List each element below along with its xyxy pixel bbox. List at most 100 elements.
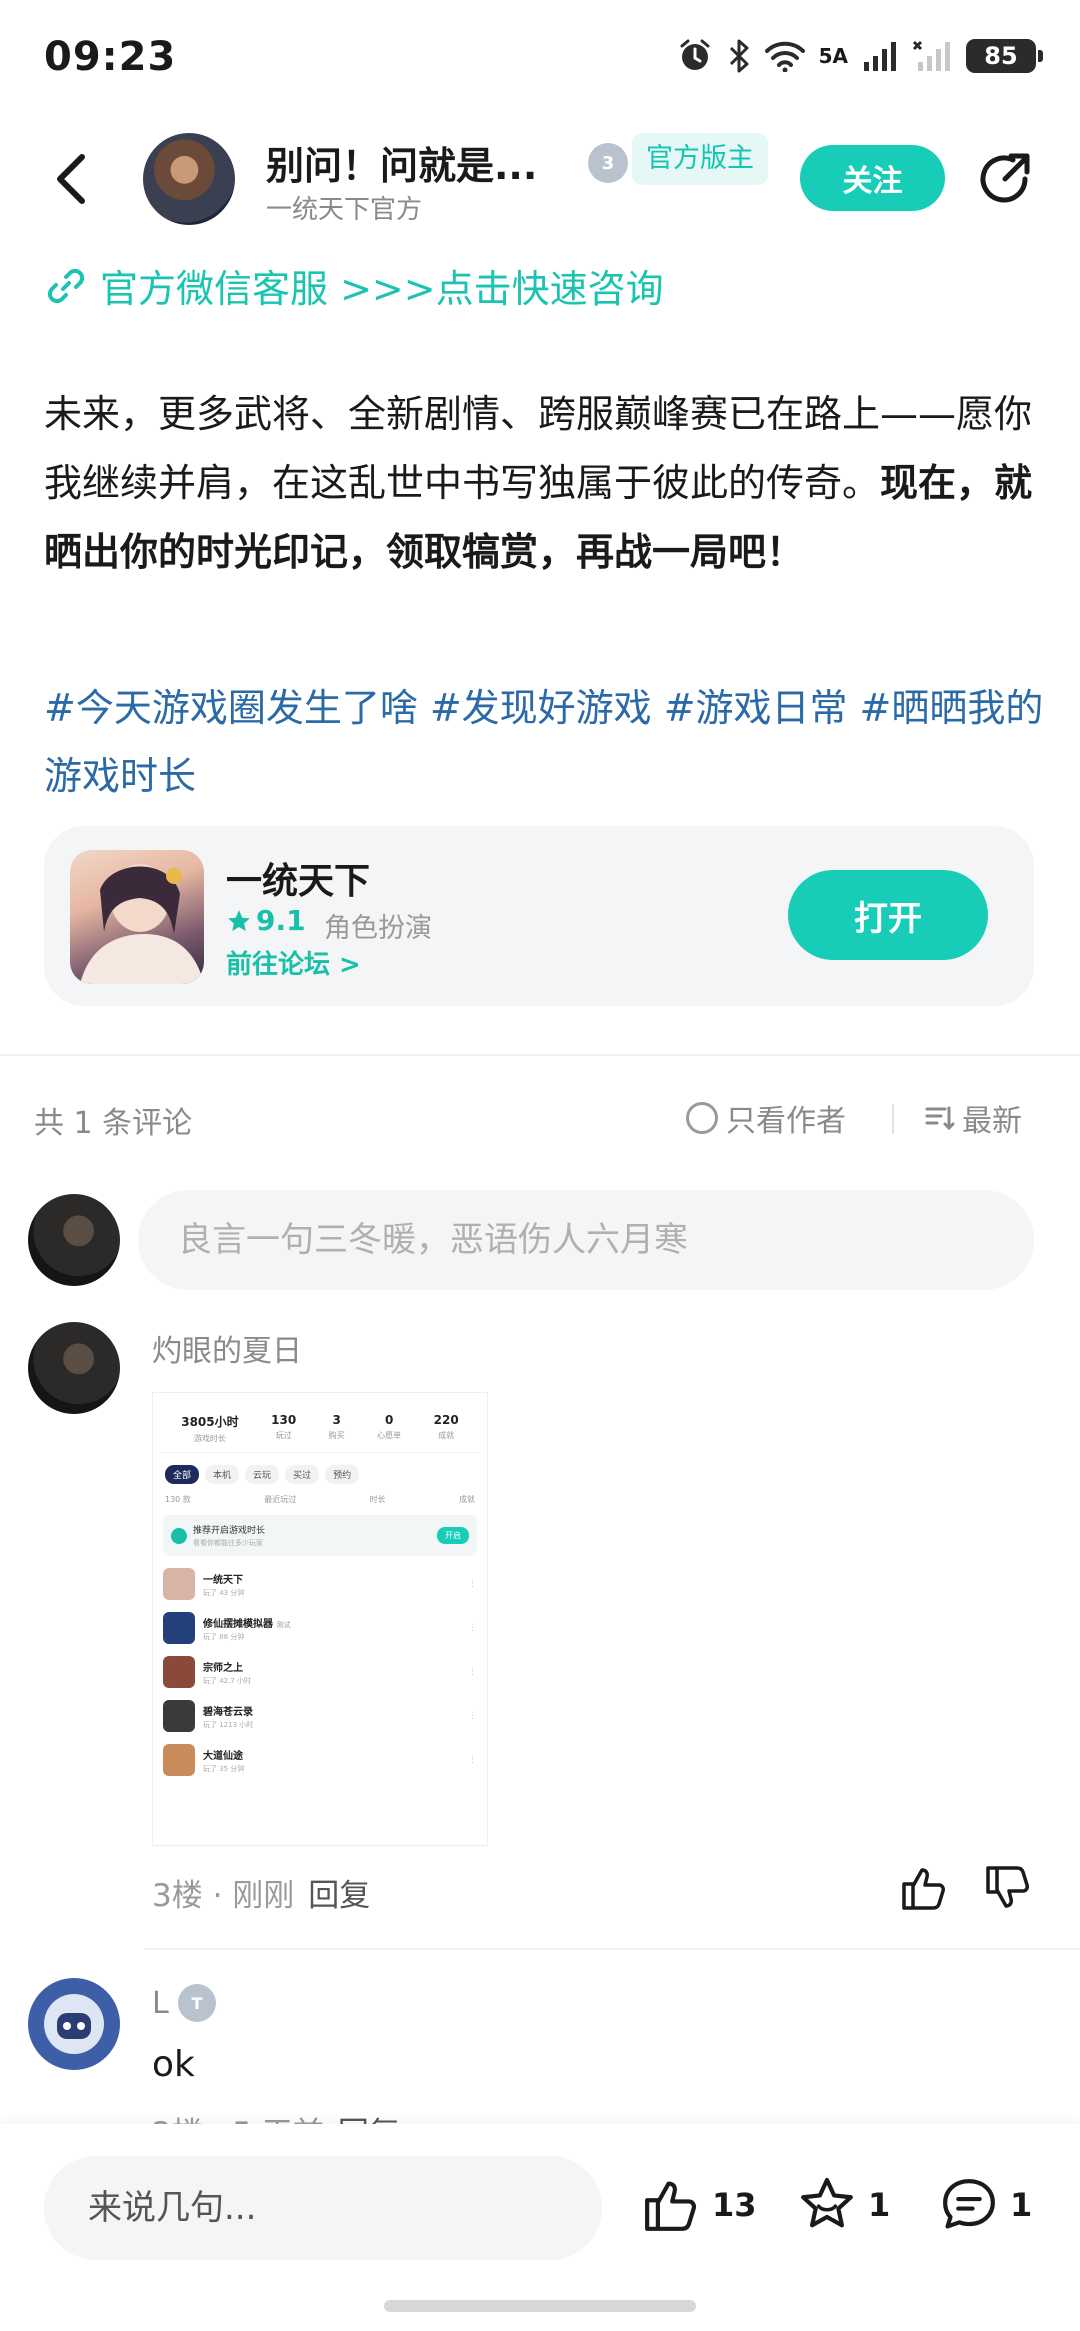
clock-icon [171, 1527, 187, 1544]
filter-chip: 全部 [165, 1465, 200, 1484]
battery-icon: 85 [966, 39, 1043, 73]
say-something-input[interactable] [44, 2156, 602, 2260]
follow-button[interactable]: 关注 [800, 145, 945, 211]
official-moderator-tag: 官方版主 [632, 133, 768, 185]
stat-value: 130 [271, 1413, 297, 1427]
only-author-toggle[interactable]: 只看作者 [686, 1096, 846, 1140]
game-time: 玩了 35 分钟 [203, 1764, 245, 1773]
game-name: 碧海苍云录 [203, 1706, 253, 1718]
author-name[interactable]: 别问！问就是... [266, 135, 537, 190]
filter-chip: 云玩 [245, 1465, 280, 1484]
post-header: 别问！问就是... 一统天下官方 3 官方版主 关注 [0, 125, 1080, 235]
screenshot-stat: 0 心愿单 [377, 1413, 401, 1444]
game-thumb-icon [163, 1612, 195, 1644]
bluetooth-icon [729, 39, 749, 73]
game-card[interactable]: 一统天下 9.1 角色扮演 前往论坛 > 打开 [44, 826, 1034, 1006]
signal-off-icon [912, 40, 950, 71]
open-game-button[interactable]: 打开 [788, 870, 988, 960]
comment-button[interactable]: 1 [938, 2174, 1032, 2236]
comment-like-button[interactable] [898, 1862, 950, 1914]
favorite-button[interactable]: 1 [796, 2174, 890, 2236]
share-button[interactable] [975, 149, 1035, 209]
wechat-service-link[interactable]: 官方微信客服 >>>点击快速咨询 [46, 258, 664, 313]
screenshot-game-row: 宗师之上 玩了 42.7 小时 ⋮ [153, 1650, 487, 1694]
comment-text: ok [152, 2044, 195, 2085]
more-icon: ⋮ [468, 1711, 477, 1721]
game-thumb-icon [163, 1700, 195, 1732]
separator [892, 1104, 894, 1134]
commenter-name[interactable]: L [152, 1986, 169, 2021]
banner-subtitle: 看看你都能往多少玩家 [193, 1539, 263, 1547]
level-badge-icon: T [178, 1984, 216, 2022]
commenter-avatar[interactable] [28, 1322, 120, 1414]
game-name-text: 修仙摆摊模拟器 [203, 1618, 273, 1630]
post-body: 未来，更多武将、全新剧情、跨服巅峰赛已在路上——愿你我继续并肩，在这乱世中书写独… [44, 380, 1034, 587]
game-name: 一统天下 [203, 1574, 243, 1586]
filter-chip: 本机 [205, 1465, 240, 1484]
sort-icon [925, 1106, 955, 1131]
hashtag[interactable]: #游戏日常 [664, 686, 848, 730]
screenshot-stat: 130 玩过 [271, 1413, 296, 1444]
author-avatar[interactable] [143, 133, 235, 225]
favorite-count: 1 [868, 2186, 891, 2224]
sort-option: 最近玩过 [264, 1495, 297, 1504]
like-count: 13 [712, 2186, 757, 2224]
comment-input[interactable] [138, 1190, 1034, 1290]
screenshot-game-row: 一统天下 玩了 43 分钟 ⋮ [153, 1562, 487, 1606]
stat-value: 3 [332, 1413, 341, 1427]
screenshot-game-row: 大道仙途 玩了 35 分钟 ⋮ [153, 1738, 487, 1782]
banner-button: 开启 [437, 1527, 469, 1544]
game-rating-value: 9.1 [256, 904, 306, 937]
status-bar: 09:23 5A 85 [0, 0, 1080, 120]
game-artwork [80, 864, 204, 984]
screenshot-stats: 3805小时游戏时长 130 玩过 3 购买 0 心愿单 220 成就 [161, 1393, 479, 1453]
comment-image[interactable]: 3805小时游戏时长 130 玩过 3 购买 0 心愿单 220 成就 全部 本机 云玩… [152, 1392, 488, 1846]
game-genre: 角色扮演 [324, 913, 432, 944]
section-divider [0, 1054, 1080, 1056]
game-thumb-icon [163, 1568, 195, 1600]
stat-label: 成就 [438, 1431, 455, 1440]
stat-value: 3805小时 [181, 1415, 239, 1429]
alarm-icon [680, 39, 710, 70]
sort-option: 时长 [369, 1495, 386, 1504]
thumbs-down-icon [986, 1866, 1029, 1908]
screenshot-filters: 全部 本机 云玩 买过 预约 [153, 1453, 487, 1490]
comment-dislike-button[interactable] [982, 1862, 1034, 1914]
game-thumb-icon [163, 1656, 195, 1688]
game-forum-link[interactable]: 前往论坛 > [226, 944, 361, 981]
screenshot-stat: 3 购买 [329, 1413, 345, 1444]
commenter-avatar[interactable] [28, 1978, 120, 2070]
commenter-name[interactable]: 灼眼的夏日 [152, 1326, 302, 1370]
bottom-action-bar: 13 1 1 [0, 2124, 1080, 2331]
wechat-link-label: 官方微信客服 >>>点击快速咨询 [100, 267, 664, 311]
game-name: 一统天下 [226, 861, 371, 902]
home-indicator[interactable] [384, 2300, 696, 2312]
star-outline-icon [801, 2177, 853, 2228]
reply-button[interactable]: 回复 [308, 1878, 370, 1914]
game-rating: 9.1 [226, 904, 306, 937]
screenshot-game-row: 修仙摆摊模拟器 测试 玩了 88 分钟 ⋮ [153, 1606, 487, 1650]
screenshot-subheader: 130 款 最近玩过 时长 成就 [153, 1490, 487, 1509]
comment-bubble-icon [943, 2179, 995, 2229]
sort-option: 成就 [458, 1495, 475, 1504]
chevron-left-icon [57, 154, 85, 204]
back-button[interactable] [44, 149, 100, 209]
hashtag[interactable]: #发现好游戏 [430, 686, 652, 730]
stat-label: 游戏时长 [193, 1434, 226, 1443]
game-time: 玩了 42.7 小时 [203, 1676, 252, 1685]
sort-label: 最新 [962, 1104, 1022, 1139]
more-icon: ⋮ [468, 1755, 477, 1765]
hashtag[interactable]: #今天游戏圈发生了啥 [44, 686, 418, 730]
comments-count: 共 1 条评论 [34, 1106, 193, 1141]
stat-value: 0 [384, 1413, 394, 1427]
stat-label: 玩过 [275, 1431, 292, 1440]
stat-value: 220 [433, 1413, 459, 1427]
more-icon: ⋮ [468, 1579, 477, 1589]
game-thumb-icon [163, 1744, 195, 1776]
sort-latest-button[interactable]: 最新 [924, 1096, 1022, 1140]
comment-divider [144, 1948, 1080, 1950]
wifi-icon [764, 41, 805, 72]
like-button[interactable]: 13 [640, 2174, 757, 2236]
comment-meta: 3楼 · 刚刚 回复 [152, 1870, 370, 1915]
screenshot-game-row: 碧海苍云录 玩了 1213 小时 ⋮ [153, 1694, 487, 1738]
